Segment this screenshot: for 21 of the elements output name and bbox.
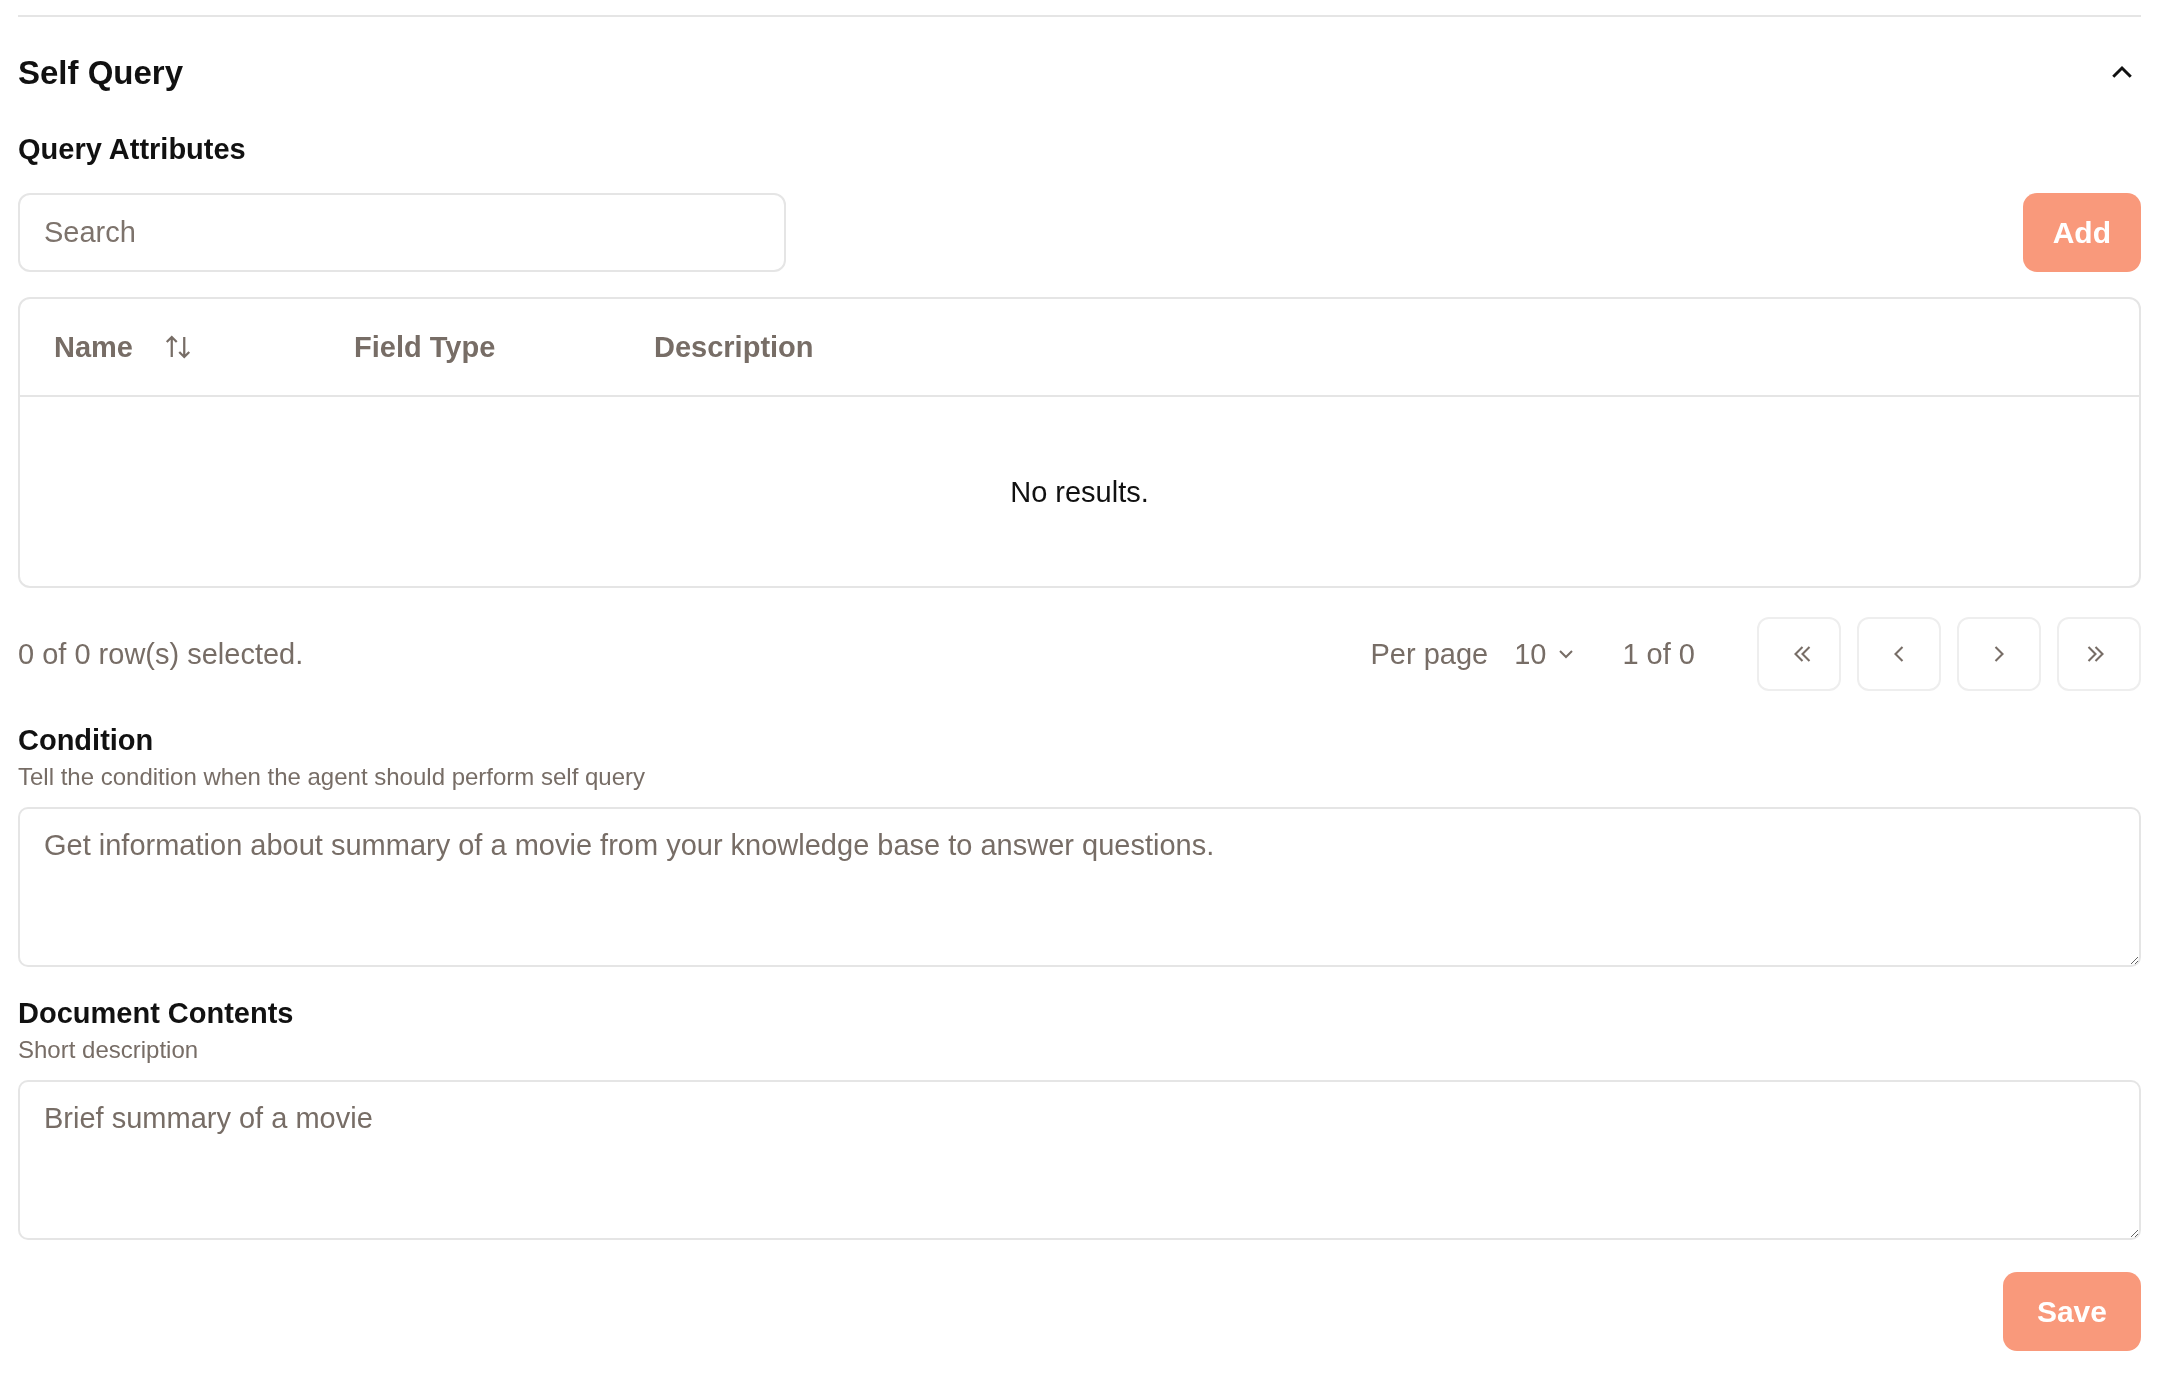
next-page-button[interactable] (1957, 617, 2041, 691)
field-description: Short description (18, 1036, 200, 1064)
text-area[interactable]: Get information about summary of a movie from your knowledge base to answer questions. (18, 807, 2141, 967)
column-header[interactable]: Name (54, 330, 133, 364)
per-page-select[interactable]: 10 (1510, 633, 1583, 675)
page-status: 1 of 0 (1622, 637, 1695, 671)
section-title: Self Query (18, 54, 184, 92)
text-area[interactable]: Brief summary of a movie (18, 1080, 2141, 1240)
field-description: Tell the condition when the agent should perform self query (18, 763, 647, 791)
empty-message: No results. (1010, 476, 1149, 509)
column-header[interactable]: Description (654, 330, 814, 364)
first-page-button[interactable] (1757, 617, 1841, 691)
column-header[interactable]: Field Type (354, 330, 496, 364)
field-label: Condition (18, 724, 155, 757)
query-attributes-label: Query Attributes (18, 133, 247, 167)
previous-page-button[interactable] (1857, 617, 1941, 691)
last-page-button[interactable] (2057, 617, 2141, 691)
selection-status: 0 of 0 row(s) selected. (18, 637, 304, 671)
per-page-label: Per page (1370, 637, 1489, 671)
field-label: Document Contents (18, 997, 295, 1030)
search-field[interactable]: Search (18, 193, 786, 272)
